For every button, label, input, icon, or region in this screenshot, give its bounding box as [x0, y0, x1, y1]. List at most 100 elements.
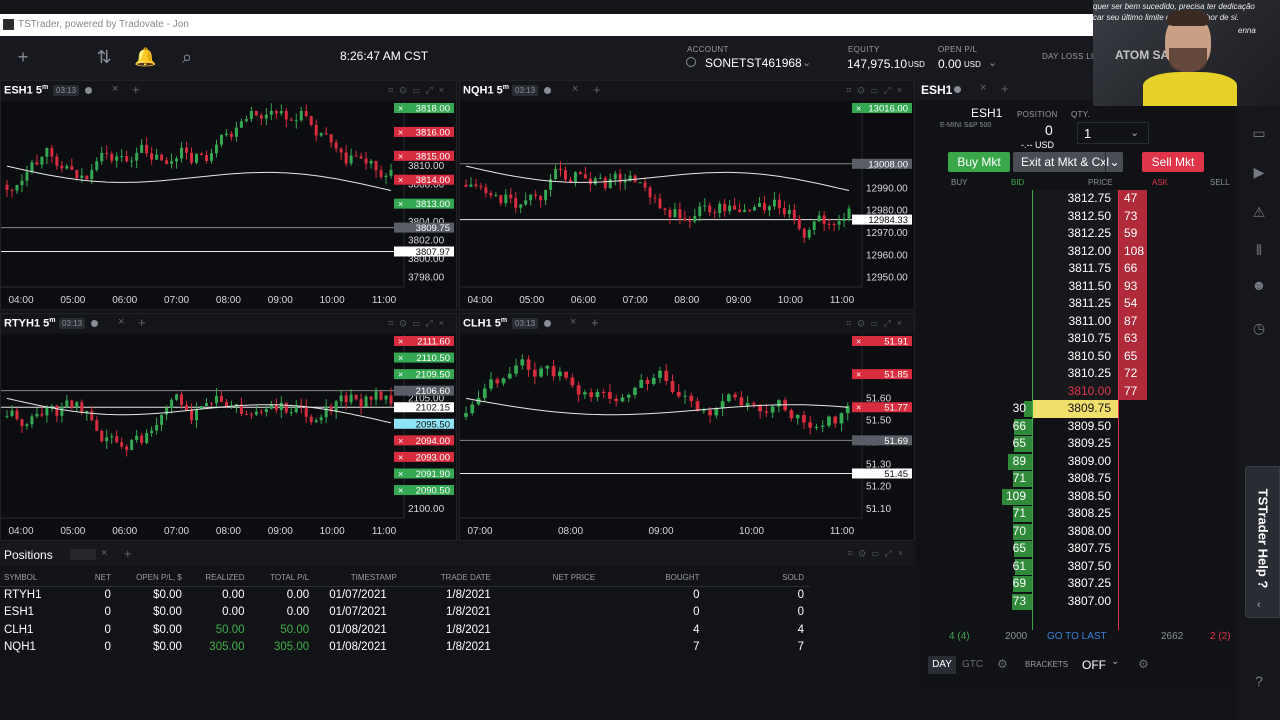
search-icon[interactable]: ⌕ [176, 46, 198, 68]
video-icon[interactable]: ▶ [1249, 164, 1269, 184]
add-tab-icon[interactable]: + [591, 315, 599, 330]
gear-icon[interactable]: ⚙ [997, 657, 1008, 671]
chart-tools-icon[interactable]: ⌗⚙▭⤢× [846, 318, 908, 329]
add-tab-icon[interactable]: + [138, 315, 146, 330]
ladder-row[interactable]: 3812.75 47 [916, 190, 1236, 208]
chart-tools-icon[interactable]: ⌗⚙▭⤢× [388, 318, 450, 329]
list-view-icon[interactable] [70, 549, 96, 560]
table-row[interactable]: ESH1 0 $0.00 0.00 0.00 01/07/2021 1/8/2021 0 0 [0, 604, 810, 622]
chart-pane-esh1[interactable]: ESH1 5m 03:13 × + ⌗⚙▭⤢× 04:00 05:00 06:00 0… [0, 80, 457, 310]
ladder-row[interactable]: 3810.25 72 [916, 365, 1236, 383]
table-row[interactable]: CLH1 0 $0.00 50.00 50.00 01/08/2021 1/8/2021 4 4 [0, 621, 810, 639]
account-selector[interactable]: SONETST461968 [705, 56, 802, 70]
price-tag[interactable]: 3814.00 × [394, 174, 454, 187]
ladder-row[interactable]: 1303809.75 [916, 400, 1236, 418]
ladder-row[interactable]: 89 3809.00 [916, 453, 1236, 471]
ladder-row[interactable]: 3811.25 54 [916, 295, 1236, 313]
column-header[interactable]: OPEN P/L, $ [116, 570, 188, 587]
column-header[interactable]: NET [73, 570, 117, 587]
ask-size[interactable]: 65 [1119, 347, 1147, 365]
bid-size[interactable]: 65 [996, 540, 1032, 558]
gear-icon[interactable]: ⚙ [1138, 657, 1149, 671]
column-header[interactable]: BOUGHT [601, 570, 706, 587]
ladder-row[interactable]: 3810.50 65 [916, 347, 1236, 365]
price-tag[interactable]: 2093.00 × [394, 451, 454, 464]
chevron-down-icon[interactable]: ⌄ [1105, 152, 1123, 172]
price-tag[interactable]: 51.77 × [852, 402, 912, 414]
clock-icon[interactable]: ◷ [1249, 320, 1269, 340]
help-icon[interactable]: ? [1249, 673, 1269, 693]
price-tag[interactable]: 3815.00 × [394, 150, 454, 163]
price-chart[interactable]: 04:00 05:00 06:00 07:00 08:00 09:00 10:00 11:00… [1, 334, 456, 540]
community-icon[interactable]: ☻ [1249, 277, 1269, 297]
close-icon[interactable]: × [101, 547, 107, 559]
close-icon[interactable]: × [112, 83, 118, 95]
chevron-down-icon[interactable]: ⌄ [1111, 656, 1119, 667]
ladder-row[interactable]: 70 3808.00 [916, 523, 1236, 541]
price-tag[interactable]: 51.45 [852, 468, 912, 480]
ask-size[interactable]: 54 [1119, 295, 1147, 313]
table-row[interactable]: RTYH1 0 $0.00 0.00 0.00 01/07/2021 1/8/2021 0 0 [0, 586, 810, 604]
tab-esh1[interactable]: ESH1 [921, 83, 952, 97]
tif-gtc-button[interactable]: GTC [962, 659, 983, 670]
add-tab-icon[interactable]: + [1001, 81, 1009, 96]
tif-day-button[interactable]: DAY [928, 656, 956, 674]
bid-size[interactable]: 89 [996, 453, 1032, 471]
ladder-row[interactable]: 3812.25 59 [916, 225, 1236, 243]
chevron-left-icon[interactable]: ‹ [1257, 599, 1261, 611]
ladder-row[interactable]: 3811.00 87 [916, 312, 1236, 330]
close-icon[interactable]: × [118, 316, 124, 328]
bars-icon[interactable]: ⦀ [1249, 242, 1269, 262]
price-tag[interactable]: 3807.97 [394, 246, 454, 258]
ladder-row[interactable]: 3812.50 73 [916, 207, 1236, 225]
price-tag[interactable]: 2106.60 [394, 385, 454, 398]
price-tag[interactable]: 12984.33 [852, 214, 912, 227]
chart-pane-rtyh1[interactable]: RTYH1 5m 03:13 × + ⌗⚙▭⤢× 04:00 05:00 06:00… [0, 313, 457, 541]
close-icon[interactable]: × [980, 82, 986, 94]
price-chart[interactable]: 04:00 05:00 06:00 07:00 08:00 09:00 10:00 11:00… [1, 101, 456, 309]
chevron-down-icon[interactable]: ⌄ [1130, 126, 1139, 139]
price-ladder[interactable]: 3812.75 47 3812.50 73 3812.25 59 3812.00 108 381… [916, 190, 1236, 630]
ladder-row[interactable]: 61 3807.50 [916, 558, 1236, 576]
price-tag[interactable]: 2095.50 [394, 418, 454, 431]
bid-size[interactable]: 71 [996, 470, 1032, 488]
price-tag[interactable]: 2110.50 × [394, 352, 454, 365]
price-tag[interactable]: 3816.00 × [394, 126, 454, 139]
ladder-row[interactable]: 65 3807.75 [916, 540, 1236, 558]
ladder-row[interactable]: 3810.75 63 [916, 330, 1236, 348]
add-tab-icon[interactable]: + [124, 546, 132, 561]
price-tag[interactable]: 51.85 × [852, 369, 912, 381]
ask-size[interactable]: 108 [1119, 242, 1147, 260]
ladder-row[interactable]: 109 3808.50 [916, 488, 1236, 506]
ladder-row[interactable]: 3810.00 77 [916, 382, 1236, 400]
buy-market-button[interactable]: Buy Mkt [948, 152, 1010, 172]
close-icon[interactable]: × [570, 316, 576, 328]
chevron-down-icon[interactable]: ⌄ [988, 56, 997, 69]
ask-size[interactable]: 66 [1119, 260, 1147, 278]
price-tag[interactable]: 13016.00 × [852, 103, 912, 115]
add-tab-icon[interactable]: + [132, 82, 140, 97]
chart-tools-icon[interactable]: ⌗⚙▭⤢× [388, 85, 450, 96]
transfer-arrows-icon[interactable]: ⇅ [93, 46, 115, 68]
bid-size[interactable]: 109 [996, 488, 1032, 506]
price-chart[interactable]: 07:0008:0009:0010:0011:0051.6051.5051.40… [460, 334, 914, 540]
bid-size[interactable]: 70 [996, 523, 1032, 541]
column-header[interactable]: TOTAL P/L [250, 570, 316, 587]
qty-input[interactable]: 1 ⌄ [1077, 122, 1149, 144]
ask-size[interactable]: 77 [1119, 382, 1147, 400]
ladder-row[interactable]: 71 3808.25 [916, 505, 1236, 523]
ladder-row[interactable]: 73 3807.00 [916, 593, 1236, 611]
warning-icon[interactable]: ⚠ [1249, 204, 1269, 224]
price-tag[interactable]: 2091.90 × [394, 468, 454, 480]
help-tab[interactable]: TSTrader Help ? ‹ [1245, 466, 1280, 618]
ask-size[interactable]: 59 [1119, 225, 1147, 243]
ladder-row[interactable]: 66 3809.50 [916, 418, 1236, 436]
bell-icon[interactable]: 🔔 [134, 46, 156, 68]
column-header[interactable]: TRADE DATE [402, 570, 497, 587]
ladder-row[interactable]: 3812.00 108 [916, 242, 1236, 260]
ladder-row[interactable]: 71 3808.75 [916, 470, 1236, 488]
price-tag[interactable]: 3818.00 × [394, 103, 454, 115]
ladder-row[interactable]: 3811.75 66 [916, 260, 1236, 278]
price-tag[interactable]: 2111.60 × [394, 336, 454, 348]
ask-size[interactable]: 93 [1119, 277, 1147, 295]
